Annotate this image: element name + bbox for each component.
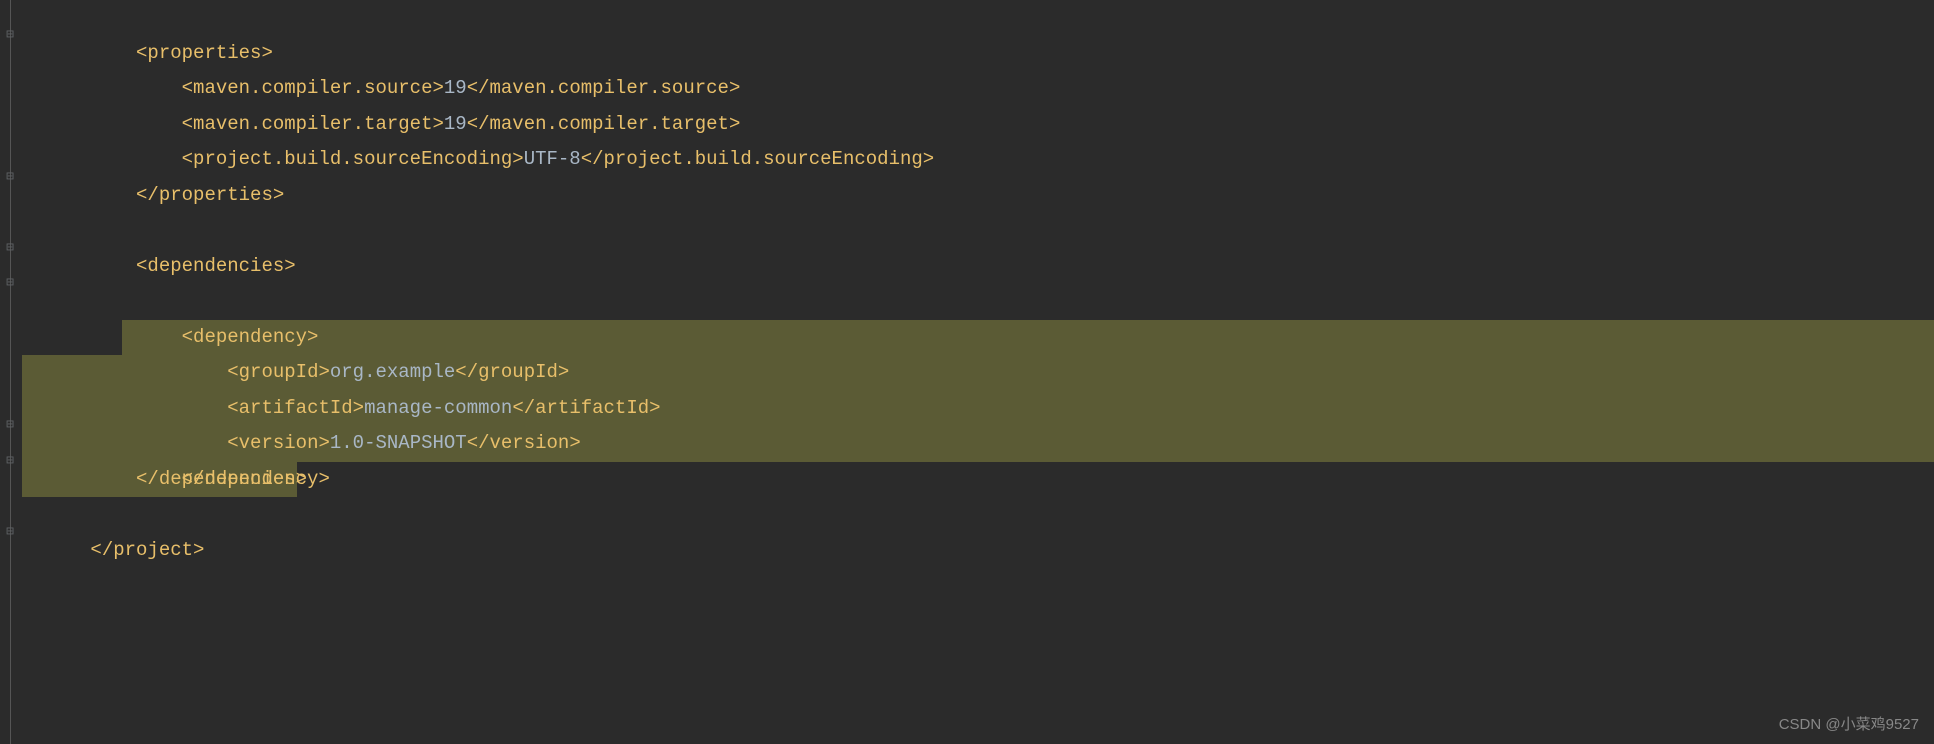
xml-value: 19 (444, 77, 467, 99)
fold-collapse-icon[interactable]: ⊟ (3, 28, 17, 42)
code-line: <groupId>org.example</groupId> (22, 284, 1934, 320)
fold-guide-line (10, 0, 11, 744)
indent (90, 42, 136, 64)
indent (90, 432, 227, 454)
fold-collapse-icon[interactable]: ⊟ (3, 525, 17, 539)
xml-tag: </groupId> (455, 361, 569, 383)
xml-tag: <dependency> (182, 326, 319, 348)
xml-tag: </dependencies> (136, 468, 307, 490)
xml-tag: </project> (90, 539, 204, 561)
xml-value: UTF-8 (524, 148, 581, 170)
fold-collapse-icon[interactable]: ⊟ (3, 454, 17, 468)
indent (90, 361, 227, 383)
xml-value: 1.0-SNAPSHOT (330, 432, 467, 454)
xml-tag: <version> (227, 432, 330, 454)
xml-tag: </maven.compiler.source> (467, 77, 741, 99)
indent (90, 255, 136, 277)
fold-collapse-icon[interactable]: ⊟ (3, 276, 17, 290)
indent (90, 113, 181, 135)
xml-tag: </maven.compiler.target> (467, 113, 741, 135)
xml-tag: </version> (467, 432, 581, 454)
xml-tag: <dependencies> (136, 255, 296, 277)
xml-tag: </artifactId> (512, 397, 660, 419)
xml-tag: <maven.compiler.source> (182, 77, 444, 99)
xml-value: org.example (330, 361, 455, 383)
fold-collapse-icon[interactable]: ⊟ (3, 241, 17, 255)
xml-tag: <maven.compiler.target> (182, 113, 444, 135)
xml-tag: <properties> (136, 42, 273, 64)
indent (90, 326, 181, 348)
code-line: <dependencies> (22, 213, 1934, 249)
code-area[interactable]: <properties> <maven.compiler.source>19</… (22, 0, 1934, 744)
xml-tag: <groupId> (227, 361, 330, 383)
code-editor: ⊟ ⊟ ⊟ ⊟ ⊟ ⊟ ⊟ <properties> <maven.compil… (0, 0, 1934, 744)
code-line: <maven.compiler.source>19</maven.compile… (22, 36, 1934, 72)
code-line: <properties> (22, 0, 1934, 36)
gutter: ⊟ ⊟ ⊟ ⊟ ⊟ ⊟ ⊟ (0, 0, 22, 744)
code-line-empty (22, 178, 1934, 214)
xml-tag: <artifactId> (227, 397, 364, 419)
xml-value: 19 (444, 113, 467, 135)
indent (90, 468, 136, 490)
indent (90, 77, 181, 99)
code-line: <dependency> (22, 249, 1934, 285)
indent (90, 184, 136, 206)
watermark: CSDN @小菜鸡9527 (1779, 713, 1919, 734)
fold-collapse-icon[interactable]: ⊟ (3, 170, 17, 184)
code-line: </project> (22, 497, 1934, 533)
xml-tag: </project.build.sourceEncoding> (581, 148, 934, 170)
fold-collapse-icon[interactable]: ⊟ (3, 418, 17, 432)
xml-tag: </properties> (136, 184, 284, 206)
indent (90, 397, 227, 419)
xml-value: manage-common (364, 397, 512, 419)
xml-tag: <project.build.sourceEncoding> (182, 148, 524, 170)
indent (90, 148, 181, 170)
